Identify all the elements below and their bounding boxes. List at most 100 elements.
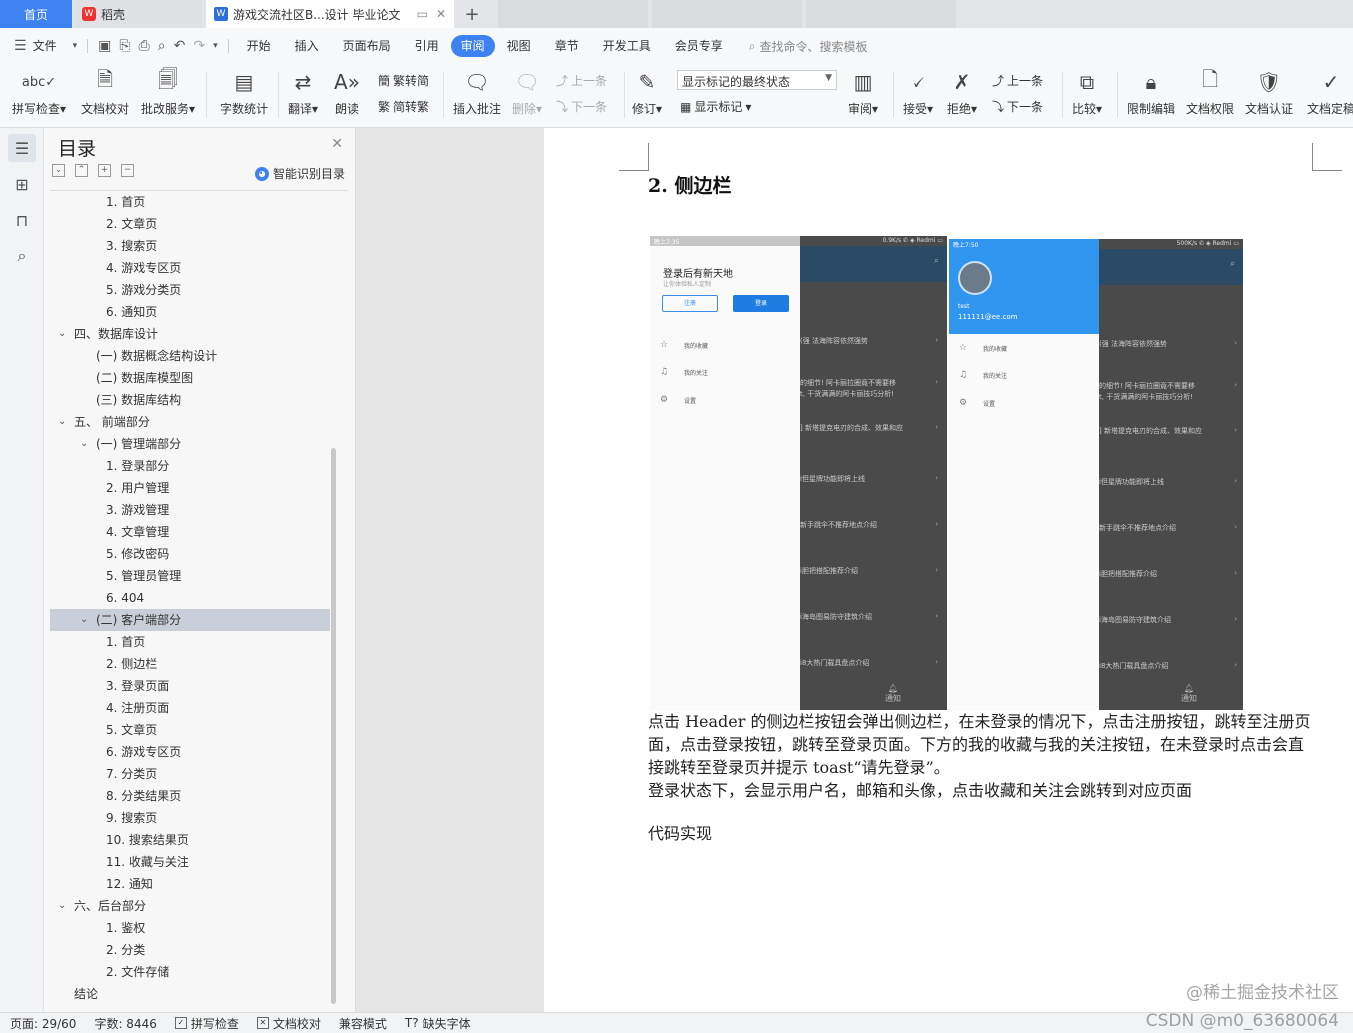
smart-toc-button[interactable]: ◕ 智能识别目录 (254, 165, 345, 182)
toc-item[interactable]: (三) 数据库结构 (50, 389, 330, 411)
print-preview-icon[interactable]: ⌕ (154, 38, 170, 54)
remove-heading-icon[interactable]: − (121, 164, 134, 177)
menu-view[interactable]: 视图 (495, 35, 543, 57)
toc-item[interactable]: 1. 首页 (50, 631, 330, 653)
bookmark-icon[interactable]: ⊓ (8, 206, 36, 234)
document-page[interactable]: 2. 侧边栏 0.9K/s ✆ ◈ Redmi ▭ ⌕ 晚上7:35 登录后有新… (544, 128, 1353, 1012)
command-search[interactable]: ⌕ 查找命令、搜索模板 (749, 38, 868, 55)
doc-proof-status[interactable]: ✕ 文档校对 (256, 1015, 321, 1032)
menu-start[interactable]: 开始 (235, 35, 283, 57)
toc-item[interactable]: 4. 文章管理 (50, 521, 330, 543)
tab-document[interactable]: W 游戏交流社区B...设计 毕业论文 ▭ ✕ (206, 0, 454, 28)
accept-button[interactable]: 🗸 接受▾ (903, 68, 933, 117)
toc-item[interactable]: 7. 分类页 (50, 763, 330, 785)
doc-cert-button[interactable]: 🛡︎ 文档认证 (1245, 68, 1293, 117)
chapter-nav-icon[interactable]: ⊞ (8, 170, 36, 198)
toc-item[interactable]: 6. 通知页 (50, 301, 330, 323)
compat-mode[interactable]: 兼容模式 (339, 1015, 387, 1032)
spell-check-status[interactable]: ✓ 拼写检查 (174, 1015, 239, 1032)
chevron-down-icon[interactable]: ⌄ (80, 433, 88, 455)
chevron-down-icon[interactable]: ⌄ (58, 323, 66, 345)
toc-item[interactable]: 结论 (50, 983, 330, 1005)
toc-item[interactable]: 12. 通知 (50, 873, 330, 895)
save-icon[interactable]: ▣ (94, 38, 115, 54)
redo-icon[interactable]: ↷ (189, 38, 209, 54)
menu-insert[interactable]: 插入 (283, 35, 331, 57)
undo-icon[interactable]: ↶ (170, 38, 190, 54)
toc-item[interactable]: 8. 分类结果页 (50, 785, 330, 807)
page-indicator[interactable]: 页面: 29/60 (10, 1015, 76, 1032)
collapse-all-icon[interactable]: ⌄ (52, 164, 65, 177)
toc-item[interactable]: 2. 分类 (50, 939, 330, 961)
next-comment-button[interactable]: ⤵ 下一条 (556, 98, 607, 115)
close-tab-icon[interactable]: ✕ (436, 7, 446, 21)
tab-daoke[interactable]: W 稻壳 (74, 0, 202, 28)
toc-item[interactable]: 9. 搜索页 (50, 807, 330, 829)
toc-item[interactable]: 5. 修改密码 (50, 543, 330, 565)
screen-icon[interactable]: ▭ (417, 7, 428, 21)
toc-item[interactable]: 1. 首页 (50, 191, 330, 213)
menu-member[interactable]: 会员专享 (663, 35, 735, 57)
new-tab-button[interactable]: + (454, 0, 490, 28)
toc-item[interactable]: 10. 搜索结果页 (50, 829, 330, 851)
toc-item[interactable]: ⌄ (二) 客户端部分 (50, 609, 330, 631)
toc-item[interactable]: (一) 数据概念结构设计 (50, 345, 330, 367)
toc-item[interactable]: 1. 登录部分 (50, 455, 330, 477)
toc-item[interactable]: (二) 数据库模型图 (50, 367, 330, 389)
toc-item[interactable]: 1. 鉴权 (50, 917, 330, 939)
insert-comment-button[interactable]: 🗨 插入批注 (453, 68, 501, 117)
menu-page-layout[interactable]: 页面布局 (331, 35, 403, 57)
toc-item[interactable]: ⌄ (一) 管理端部分 (50, 433, 330, 455)
toc-item[interactable]: 6. 游戏专区页 (50, 741, 330, 763)
markup-state-select[interactable]: 显示标记的最终状态 ▼ (677, 70, 837, 90)
toc-item[interactable]: 2. 侧边栏 (50, 653, 330, 675)
doc-final-button[interactable]: ✓ 文档定稿 (1307, 68, 1353, 117)
chevron-down-icon[interactable]: ▾ (69, 41, 82, 51)
missing-font[interactable]: T? 缺失字体 (405, 1015, 471, 1032)
menu-review[interactable]: 审阅 (450, 35, 495, 57)
show-markup-button[interactable]: ▦ 显示标记 ▾ (680, 98, 751, 115)
tab-home[interactable]: 首页 (0, 0, 72, 28)
word-count-button[interactable]: ▤ 字数统计 (220, 68, 268, 117)
toc-item[interactable]: 6. 404 (50, 587, 330, 609)
print-icon[interactable]: ⎙ (135, 38, 154, 54)
menu-chapter[interactable]: 章节 (543, 35, 591, 57)
chevron-down-icon[interactable]: ⌄ (58, 895, 66, 917)
spell-check-button[interactable]: abc✓ 拼写检查▾ (12, 68, 66, 117)
toc-item[interactable]: 5. 游戏分类页 (50, 279, 330, 301)
trad-to-simp-button[interactable]: 簡繁转简 (378, 72, 429, 89)
toc-item[interactable]: 2. 文件存储 (50, 961, 330, 983)
toc-item[interactable]: ⌄ 五、 前端部分 (50, 411, 330, 433)
reject-button[interactable]: ✗ 拒绝▾ (947, 68, 977, 117)
toc-item[interactable]: ⌄ 六、后台部分 (50, 895, 330, 917)
menu-file[interactable]: 文件 (31, 35, 69, 57)
outline-icon[interactable]: ☰ (8, 134, 36, 162)
doc-permission-button[interactable]: 🗋 文档权限 (1186, 67, 1234, 117)
toc-item[interactable]: 3. 登录页面 (50, 675, 330, 697)
menu-dev-tools[interactable]: 开发工具 (591, 35, 663, 57)
compare-button[interactable]: ⧉ 比较▾ (1072, 68, 1102, 117)
chevron-down-icon[interactable]: ⌄ (58, 411, 66, 433)
batch-service-button[interactable]: 🗐 批改服务▾ (141, 67, 195, 117)
toc-item[interactable]: 3. 游戏管理 (50, 499, 330, 521)
translate-button[interactable]: ⇄ 翻译▾ (288, 68, 318, 117)
toc-item[interactable]: 11. 收藏与关注 (50, 851, 330, 873)
add-heading-icon[interactable]: + (98, 164, 111, 177)
delete-comment-button[interactable]: 🗨 删除▾ (512, 68, 542, 117)
next-change-button[interactable]: ⤵ 下一条 (992, 98, 1043, 115)
simp-to-trad-button[interactable]: 繁简转繁 (378, 98, 429, 115)
restrict-edit-button[interactable]: 🔒︎ 限制编辑 (1127, 68, 1175, 117)
prev-change-button[interactable]: ⤴ 上一条 (992, 72, 1043, 89)
search-icon[interactable]: ⌕ (8, 242, 36, 270)
export-pdf-icon[interactable]: ⎘ (115, 38, 134, 54)
toc-item[interactable]: 2. 用户管理 (50, 477, 330, 499)
menu-reference[interactable]: 引用 (403, 35, 451, 57)
toc-item[interactable]: 3. 搜索页 (50, 235, 330, 257)
toc-item[interactable]: 2. 文章页 (50, 213, 330, 235)
toc-item[interactable]: 4. 注册页面 (50, 697, 330, 719)
review-pane-button[interactable]: ▥ 审阅▾ (848, 68, 878, 117)
track-changes-button[interactable]: ✎ 修订▾ (632, 68, 662, 117)
toc-item[interactable]: 5. 文章页 (50, 719, 330, 741)
doc-proof-button[interactable]: 🗎 文档校对 (81, 67, 129, 117)
hamburger-icon[interactable]: ☰ (10, 38, 31, 54)
